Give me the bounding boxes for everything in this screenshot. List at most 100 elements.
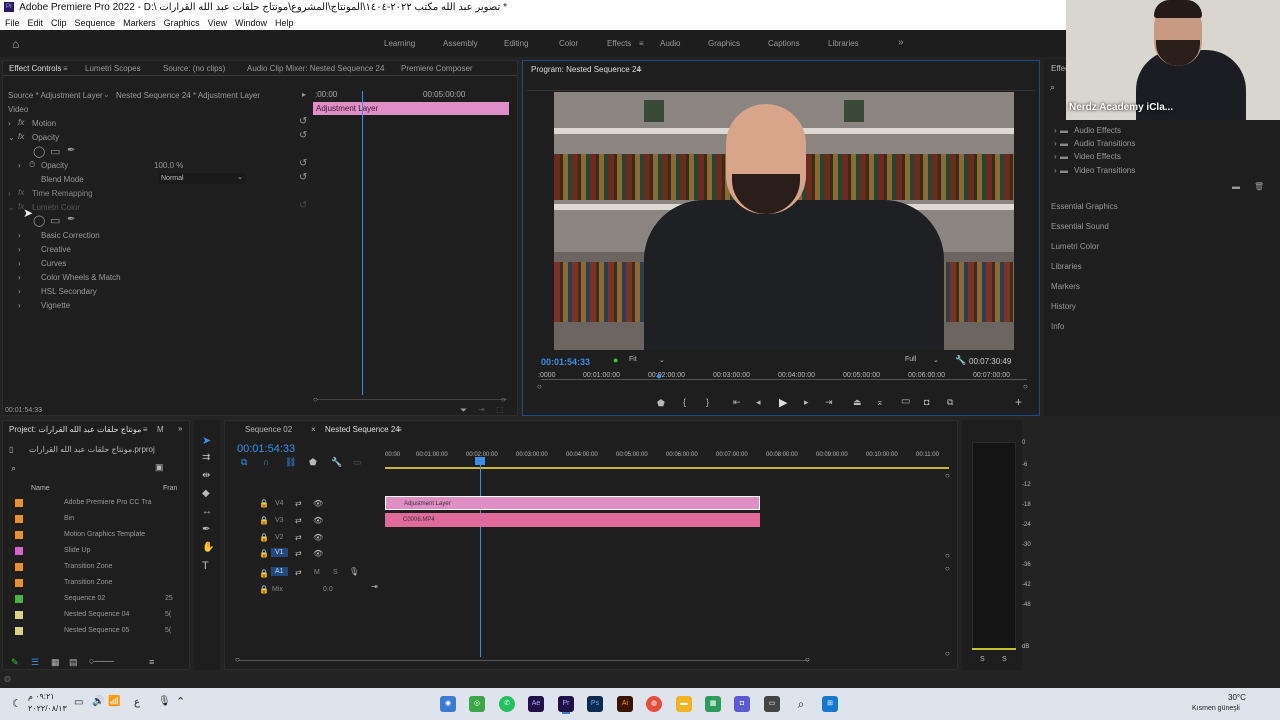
- workspace-audio[interactable]: Audio: [660, 39, 680, 48]
- program-timecode[interactable]: 00:01:54:33: [541, 357, 590, 367]
- tab-menu-icon[interactable]: ≡: [397, 425, 402, 434]
- tab-menu-icon[interactable]: ≡: [637, 65, 642, 74]
- wrench-icon[interactable]: 🔧: [331, 457, 342, 468]
- search-icon[interactable]: ⌕: [1050, 82, 1055, 93]
- ripple-edit-tool-icon[interactable]: ⇹: [202, 470, 210, 481]
- linked-selection-icon[interactable]: ⛓: [285, 457, 296, 468]
- multi-camera-icon[interactable]: ⧉: [947, 397, 953, 408]
- workspace-color[interactable]: Color: [559, 39, 578, 48]
- razor-tool-icon[interactable]: ◆: [202, 488, 210, 499]
- panel-info[interactable]: Info: [1051, 322, 1064, 331]
- lock-icon[interactable]: 🔒: [259, 499, 269, 508]
- export-icon[interactable]: ⇥: [478, 405, 485, 414]
- list-item[interactable]: Sequence 02 25: [3, 591, 189, 607]
- collapse-arrow-icon[interactable]: ›: [18, 245, 21, 254]
- folder-audio-transitions[interactable]: Audio Transitions: [1074, 139, 1135, 148]
- step-forward-icon[interactable]: ▸: [804, 397, 809, 408]
- ec-clip-bar[interactable]: Adjustment Layer: [313, 102, 509, 115]
- folder-arrow-icon[interactable]: ›: [1054, 152, 1057, 161]
- pen-mask-icon[interactable]: ✒: [67, 145, 75, 156]
- lock-icon[interactable]: 🔒: [259, 533, 269, 542]
- sync-lock-icon[interactable]: ⇄: [295, 516, 302, 525]
- new-bin-icon[interactable]: ▣: [155, 462, 164, 473]
- chevron-up-icon[interactable]: ⌃: [176, 695, 185, 708]
- opacity-effect[interactable]: Opacity: [32, 133, 59, 142]
- calculator-app-icon[interactable]: ▦: [705, 696, 721, 712]
- folder-arrow-icon[interactable]: ›: [1054, 139, 1057, 148]
- taskbar-date[interactable]: ٢٠٢٢/٠٨/١٣: [28, 704, 67, 713]
- zoom-slider-icon[interactable]: ○───: [89, 656, 114, 666]
- reset-icon[interactable]: ↺: [299, 158, 307, 169]
- chrome-app-icon[interactable]: ◍: [646, 696, 662, 712]
- folder-arrow-icon[interactable]: ›: [1054, 166, 1057, 175]
- collapse-arrow-icon[interactable]: ›: [8, 189, 11, 198]
- lift-icon[interactable]: ⏏: [853, 397, 862, 408]
- lock-icon[interactable]: 🔒: [259, 569, 269, 578]
- add-button-icon[interactable]: +: [1015, 395, 1022, 409]
- lock-icon[interactable]: 🔒: [259, 549, 269, 558]
- list-view-icon[interactable]: ☰: [31, 657, 39, 668]
- sort-icon[interactable]: ≡: [149, 657, 154, 667]
- step-back-icon[interactable]: ◂: [756, 397, 761, 408]
- track-v3[interactable]: V3: [275, 517, 284, 524]
- taskbar-time[interactable]: ٠٩:٢١ م: [28, 692, 55, 701]
- selection-tool-icon[interactable]: ➤: [202, 434, 211, 447]
- chevron-down-icon[interactable]: ⌄: [103, 90, 110, 99]
- list-item[interactable]: Transition Zone: [3, 559, 189, 575]
- timeline-playhead[interactable]: [480, 459, 481, 657]
- ec-playhead[interactable]: [362, 91, 363, 395]
- eye-icon[interactable]: 👁: [313, 516, 323, 525]
- tab-nested-sequence-24[interactable]: Nested Sequence 24: [325, 425, 400, 434]
- ec-scrollbar[interactable]: [317, 399, 507, 400]
- play-only-icon[interactable]: ▸: [302, 90, 306, 99]
- filter-icon[interactable]: ⏷: [460, 405, 467, 416]
- weather-text[interactable]: Kısmen güneşli: [1192, 705, 1240, 712]
- premiere-app-icon[interactable]: Pr: [558, 696, 574, 712]
- sync-lock-icon[interactable]: ⇄: [295, 499, 302, 508]
- wifi-icon[interactable]: 📶: [108, 696, 120, 707]
- motion-effect[interactable]: Motion: [32, 119, 56, 128]
- menu-sequence[interactable]: Sequence: [75, 18, 116, 28]
- list-item[interactable]: Motion Graphics Template: [3, 527, 189, 543]
- reset-icon[interactable]: ↺: [299, 200, 307, 211]
- sync-lock-icon[interactable]: ⇄: [295, 568, 302, 577]
- tab-menu-icon[interactable]: ≡: [143, 425, 148, 434]
- eye-icon[interactable]: 👁: [313, 549, 323, 558]
- reset-icon[interactable]: ↺: [299, 172, 307, 183]
- workspace-effects[interactable]: Effects: [607, 39, 631, 48]
- collapse-arrow-icon[interactable]: ›: [18, 259, 21, 268]
- stopwatch-icon[interactable]: ⏱: [29, 160, 35, 170]
- tab-premiere-composer[interactable]: Premiere Composer: [401, 64, 473, 73]
- source-label[interactable]: Source * Adjustment Layer: [8, 91, 103, 100]
- scroll-handle-icon[interactable]: ○: [501, 395, 506, 404]
- sync-lock-icon[interactable]: ⇄: [295, 533, 302, 542]
- panel-lumetri-color[interactable]: Lumetri Color: [1051, 242, 1099, 251]
- messenger-app-icon[interactable]: ◎: [469, 696, 485, 712]
- list-item[interactable]: Nested Sequence 05 5(: [3, 623, 189, 639]
- program-playhead[interactable]: ●: [656, 371, 662, 382]
- close-icon[interactable]: ×: [311, 425, 316, 434]
- scroll-handle-icon[interactable]: ○: [537, 382, 542, 391]
- time-remapping-effect[interactable]: Time Remapping: [32, 189, 93, 198]
- collapse-arrow-icon[interactable]: ›: [18, 161, 21, 170]
- home-icon[interactable]: ⌂: [12, 37, 19, 51]
- add-marker-icon[interactable]: ⬟: [309, 457, 317, 468]
- battery-icon[interactable]: ▭: [74, 697, 83, 708]
- track-v4[interactable]: V4: [275, 500, 284, 507]
- zoom-app-icon[interactable]: ◉: [440, 696, 456, 712]
- mark-in-icon[interactable]: {: [683, 397, 686, 407]
- menu-markers[interactable]: Markers: [123, 18, 156, 28]
- lock-icon[interactable]: 🔒: [259, 585, 269, 594]
- ellipse-mask-icon[interactable]: ◯: [33, 214, 45, 227]
- lumetri-vignette[interactable]: Vignette: [41, 301, 70, 310]
- comparison-view-icon[interactable]: ▭: [901, 396, 910, 407]
- windows-start-icon[interactable]: ⊞: [822, 696, 838, 712]
- solo-left-button[interactable]: S: [980, 656, 985, 663]
- scroll-handle-icon[interactable]: ○: [945, 551, 950, 560]
- ellipse-mask-icon[interactable]: ◯: [33, 145, 45, 158]
- more-workspaces-icon[interactable]: »: [898, 37, 904, 48]
- scroll-handle-icon[interactable]: ○: [805, 655, 810, 664]
- panel-libraries[interactable]: Libraries: [1051, 262, 1082, 271]
- whatsapp-app-icon[interactable]: ✆: [499, 696, 515, 712]
- play-icon[interactable]: ▶: [779, 396, 787, 409]
